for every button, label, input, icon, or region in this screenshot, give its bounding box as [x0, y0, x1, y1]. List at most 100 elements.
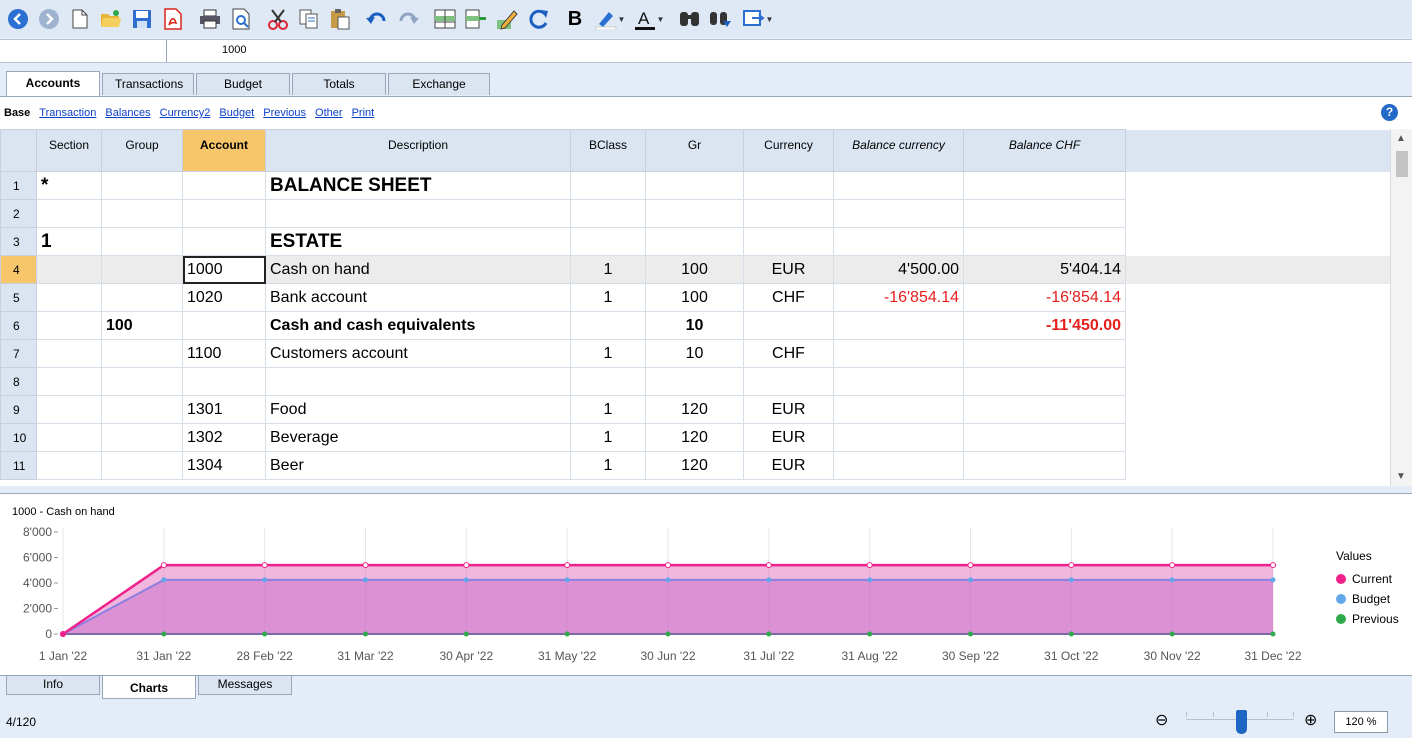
row-number[interactable]: 1: [0, 171, 37, 200]
cell-currency[interactable]: EUR: [743, 451, 834, 480]
cell-account[interactable]: [182, 171, 266, 200]
cell-bal-chf[interactable]: [963, 395, 1126, 424]
cell-gr[interactable]: [645, 367, 744, 396]
table-row[interactable]: 9 1301 Food 1 120 EUR: [0, 395, 1391, 424]
cell-bclass[interactable]: 1: [570, 395, 646, 424]
cell-gr[interactable]: 120: [645, 451, 744, 480]
cell-currency[interactable]: [743, 367, 834, 396]
cell-section[interactable]: [36, 367, 102, 396]
cell-gr[interactable]: [645, 171, 744, 200]
back-icon[interactable]: [6, 7, 30, 31]
row-number[interactable]: 11: [0, 451, 37, 480]
cell-bclass[interactable]: [570, 171, 646, 200]
text-color-icon[interactable]: A ▼: [633, 7, 665, 31]
zoom-slider-thumb[interactable]: [1236, 710, 1247, 734]
cell-bal-chf[interactable]: [963, 367, 1126, 396]
cell-account[interactable]: [182, 227, 266, 256]
cell-gr[interactable]: [645, 199, 744, 228]
tab-transactions[interactable]: Transactions: [102, 73, 194, 95]
table-row[interactable]: 1 * BALANCE SHEET: [0, 171, 1391, 200]
cell-bal-chf[interactable]: [963, 227, 1126, 256]
column-header[interactable]: BClass: [570, 129, 646, 172]
print-preview-icon[interactable]: [229, 7, 253, 31]
edit-pencil-icon[interactable]: [495, 7, 519, 31]
paste-icon[interactable]: [328, 7, 352, 31]
cell-currency[interactable]: EUR: [743, 395, 834, 424]
find-icon[interactable]: [678, 7, 702, 31]
cell-bal-chf[interactable]: [963, 423, 1126, 452]
cell-bal-cur[interactable]: [833, 199, 964, 228]
cell-bal-cur[interactable]: 4'500.00: [833, 255, 964, 284]
table-row[interactable]: 5 1020 Bank account 1 100 CHF -16'854.14 -16'85…: [0, 283, 1391, 312]
cell-gr[interactable]: [645, 227, 744, 256]
cell-gr[interactable]: 10: [645, 311, 744, 340]
row-number[interactable]: 2: [0, 199, 37, 228]
cell-bal-cur[interactable]: [833, 367, 964, 396]
cell-description[interactable]: Beer: [265, 451, 571, 480]
legend-item-previous[interactable]: Previous: [1336, 609, 1399, 629]
table-row[interactable]: 4 1000 Cash on hand 1 100 EUR 4'500.00 5'404.14: [0, 255, 1391, 284]
cell-currency[interactable]: CHF: [743, 283, 834, 312]
cell-bal-cur[interactable]: [833, 171, 964, 200]
cell-section[interactable]: [36, 283, 102, 312]
zoom-level-field[interactable]: 120 %: [1334, 711, 1388, 733]
column-header[interactable]: Balance CHF: [963, 129, 1126, 172]
view-previous[interactable]: Previous: [263, 107, 306, 119]
row-number[interactable]: 10: [0, 423, 37, 452]
cell-bal-cur[interactable]: [833, 395, 964, 424]
view-currency2[interactable]: Currency2: [160, 107, 211, 119]
cell-group[interactable]: [101, 255, 183, 284]
vertical-scrollbar[interactable]: ▲ ▼: [1390, 129, 1412, 486]
cell-account[interactable]: [182, 311, 266, 340]
tab-charts[interactable]: Charts: [102, 676, 196, 699]
cell-gr[interactable]: 100: [645, 283, 744, 312]
cell-section[interactable]: [36, 395, 102, 424]
cell-currency[interactable]: CHF: [743, 339, 834, 368]
table-row[interactable]: 11 1304 Beer 1 120 EUR: [0, 451, 1391, 480]
column-header[interactable]: Gr: [645, 129, 744, 172]
cell-group[interactable]: [101, 171, 183, 200]
cell-group[interactable]: [101, 227, 183, 256]
cell-account[interactable]: [182, 367, 266, 396]
table-row[interactable]: 7 1100 Customers account 1 10 CHF: [0, 339, 1391, 368]
cell-account[interactable]: 1000: [182, 255, 266, 284]
cell-group[interactable]: [101, 423, 183, 452]
redo-icon[interactable]: [396, 7, 420, 31]
copy-icon[interactable]: [297, 7, 321, 31]
column-header[interactable]: Balance currency: [833, 129, 964, 172]
cell-bclass[interactable]: [570, 367, 646, 396]
scroll-thumb[interactable]: [1396, 151, 1408, 177]
cell-description[interactable]: BALANCE SHEET: [265, 171, 571, 200]
zoom-out-icon[interactable]: ⊖: [1155, 710, 1168, 730]
cell-gr[interactable]: 120: [645, 395, 744, 424]
view-balances[interactable]: Balances: [105, 107, 150, 119]
row-number[interactable]: 8: [0, 367, 37, 396]
cell-bal-chf[interactable]: -16'854.14: [963, 283, 1126, 312]
highlight-color-icon[interactable]: ▼: [594, 7, 626, 31]
cell-description[interactable]: Bank account: [265, 283, 571, 312]
cell-bal-cur[interactable]: [833, 423, 964, 452]
help-icon[interactable]: ?: [1381, 104, 1398, 121]
cell-description[interactable]: Food: [265, 395, 571, 424]
cell-group[interactable]: [101, 367, 183, 396]
cell-currency[interactable]: EUR: [743, 423, 834, 452]
cut-icon[interactable]: [266, 7, 290, 31]
cell-group[interactable]: [101, 451, 183, 480]
cell-account[interactable]: 1304: [182, 451, 266, 480]
cell-currency[interactable]: [743, 199, 834, 228]
row-number[interactable]: 9: [0, 395, 37, 424]
cell-group[interactable]: [101, 199, 183, 228]
scroll-up-icon[interactable]: ▲: [1396, 133, 1406, 144]
cell-bal-chf[interactable]: [963, 339, 1126, 368]
cell-account[interactable]: 1301: [182, 395, 266, 424]
cell-bal-cur[interactable]: -16'854.14: [833, 283, 964, 312]
cell-group[interactable]: [101, 283, 183, 312]
cell-currency[interactable]: [743, 171, 834, 200]
view-budget[interactable]: Budget: [219, 107, 254, 119]
window-menu-icon[interactable]: ▼: [740, 7, 776, 31]
cell-section[interactable]: [36, 423, 102, 452]
cell-bclass[interactable]: 1: [570, 255, 646, 284]
save-icon[interactable]: [130, 7, 154, 31]
view-transaction[interactable]: Transaction: [39, 107, 96, 119]
cell-section[interactable]: *: [36, 171, 102, 200]
